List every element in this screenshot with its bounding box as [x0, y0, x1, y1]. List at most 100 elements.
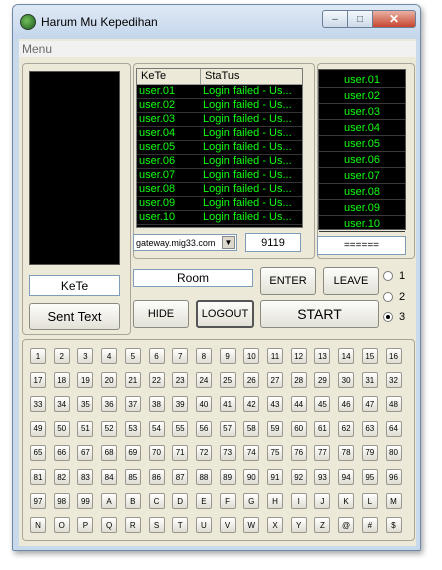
keypad-key[interactable]: 49	[30, 420, 46, 437]
keypad-key[interactable]: 48	[385, 396, 402, 413]
table-row[interactable]: user.03 Login failed - Us...	[137, 113, 302, 127]
keypad-key[interactable]: 16	[385, 348, 402, 364]
keypad-key[interactable]: 4	[101, 348, 118, 364]
keypad-key[interactable]: 81	[30, 469, 46, 485]
keypad-key[interactable]: 93	[314, 469, 331, 485]
keypad-key[interactable]: 83	[77, 469, 94, 485]
keypad-key[interactable]: N	[30, 517, 46, 534]
keypad-key[interactable]: #	[361, 517, 378, 534]
list-item[interactable]: user.03	[319, 105, 405, 120]
keypad-key[interactable]: 47	[361, 396, 378, 413]
keypad-key[interactable]: 54	[148, 420, 165, 437]
keypad-key[interactable]: 17	[30, 372, 46, 389]
radio-option-2[interactable]: 2	[383, 291, 405, 303]
keypad-key[interactable]: Y	[290, 517, 307, 534]
keypad-key[interactable]: 57	[219, 420, 236, 437]
keypad-key[interactable]: U	[195, 517, 212, 534]
keypad-key[interactable]: E	[195, 493, 212, 510]
keypad-key[interactable]: M	[385, 493, 402, 510]
keypad-key[interactable]: W	[243, 517, 260, 534]
keypad-key[interactable]: 18	[53, 372, 70, 389]
keypad-key[interactable]: 52	[101, 420, 118, 437]
keypad-key[interactable]: 82	[53, 469, 70, 485]
table-row[interactable]: user.07 Login failed - Us...	[137, 169, 302, 183]
list-item[interactable]: user.09	[319, 201, 405, 216]
keypad-key[interactable]: 53	[124, 420, 141, 437]
keypad-key[interactable]: 63	[361, 420, 378, 437]
start-button[interactable]: START	[260, 300, 379, 328]
table-row[interactable]: user.01 Login failed - Us...	[137, 85, 302, 99]
list-item[interactable]: user.07	[319, 169, 405, 184]
keypad-key[interactable]: 25	[219, 372, 236, 389]
keypad-key[interactable]: 65	[30, 444, 46, 461]
list-item[interactable]: user.02	[319, 89, 405, 104]
keypad-key[interactable]: J	[314, 493, 331, 510]
keypad-key[interactable]: 20	[101, 372, 118, 389]
keypad-key[interactable]: 21	[124, 372, 141, 389]
keypad-key[interactable]: 97	[30, 493, 46, 510]
maximize-button[interactable]: □	[347, 10, 373, 28]
keypad-key[interactable]: 79	[361, 444, 378, 461]
keypad-key[interactable]: S	[148, 517, 165, 534]
keypad-key[interactable]: 41	[219, 396, 236, 413]
keypad-key[interactable]: I	[290, 493, 307, 510]
keypad-key[interactable]: 94	[338, 469, 355, 485]
keypad-key[interactable]: $	[385, 517, 402, 534]
keypad-key[interactable]: Q	[101, 517, 118, 534]
keypad-key[interactable]: 86	[148, 469, 165, 485]
keypad-key[interactable]: 7	[172, 348, 189, 364]
keypad-key[interactable]: 11	[267, 348, 283, 364]
keypad-key[interactable]: 32	[385, 372, 402, 389]
keypad-key[interactable]: 62	[338, 420, 355, 437]
menu-item[interactable]: Menu	[22, 42, 52, 56]
sent-text-button[interactable]: Sent Text	[29, 303, 120, 330]
keypad-key[interactable]: H	[267, 493, 283, 510]
keypad-key[interactable]: 85	[124, 469, 141, 485]
keypad-key[interactable]: 91	[267, 469, 283, 485]
table-row[interactable]: user.08 Login failed - Us...	[137, 183, 302, 197]
keypad-key[interactable]: 60	[290, 420, 307, 437]
enter-button[interactable]: ENTER	[260, 267, 316, 295]
keypad-key[interactable]: 99	[77, 493, 94, 510]
keypad-key[interactable]: 96	[385, 469, 402, 485]
table-row[interactable]: user.10 Login failed - Us...	[137, 211, 302, 225]
status-grid[interactable]: KeTe StaTus user.01 Login failed - Us... u…	[136, 68, 303, 228]
list-item[interactable]: user.05	[319, 137, 405, 152]
keypad-key[interactable]: 77	[314, 444, 331, 461]
keypad-key[interactable]: 80	[385, 444, 402, 461]
keypad-key[interactable]: 5	[124, 348, 141, 364]
keypad-key[interactable]: 44	[290, 396, 307, 413]
keypad-key[interactable]: 31	[361, 372, 378, 389]
keypad-key[interactable]: 58	[243, 420, 260, 437]
keypad-key[interactable]: 66	[53, 444, 70, 461]
keypad-key[interactable]: 13	[314, 348, 331, 364]
keypad-key[interactable]: P	[77, 517, 94, 534]
keypad-key[interactable]: 50	[53, 420, 70, 437]
user-list[interactable]: user.01 user.02 user.03 user.04 user.05 user.…	[318, 69, 406, 232]
table-row[interactable]: user.02 Login failed - Us...	[137, 99, 302, 113]
keypad-key[interactable]: C	[148, 493, 165, 510]
keypad-key[interactable]: 19	[77, 372, 94, 389]
keypad-key[interactable]: D	[172, 493, 189, 510]
keypad-key[interactable]: R	[124, 517, 141, 534]
keypad-key[interactable]: 46	[338, 396, 355, 413]
keypad-key[interactable]: 9	[219, 348, 236, 364]
keypad-key[interactable]: 74	[243, 444, 260, 461]
table-row[interactable]: user.06 Login failed - Us...	[137, 155, 302, 169]
keypad-key[interactable]: V	[219, 517, 236, 534]
keypad-key[interactable]: 33	[30, 396, 46, 413]
keypad-key[interactable]: X	[267, 517, 283, 534]
keypad-key[interactable]: 98	[53, 493, 70, 510]
keypad-key[interactable]: 15	[361, 348, 378, 364]
keypad-key[interactable]: F	[219, 493, 236, 510]
keypad-key[interactable]: 51	[77, 420, 94, 437]
keypad-key[interactable]: 43	[267, 396, 283, 413]
keypad-key[interactable]: 28	[290, 372, 307, 389]
keypad-key[interactable]: 27	[267, 372, 283, 389]
gateway-select[interactable]: gateway.mig33.com ▼	[133, 234, 237, 251]
keypad-key[interactable]: 2	[53, 348, 70, 364]
close-button[interactable]: ✕	[372, 10, 416, 28]
keypad-key[interactable]: 67	[77, 444, 94, 461]
keypad-key[interactable]: 34	[53, 396, 70, 413]
keypad-key[interactable]: 88	[195, 469, 212, 485]
